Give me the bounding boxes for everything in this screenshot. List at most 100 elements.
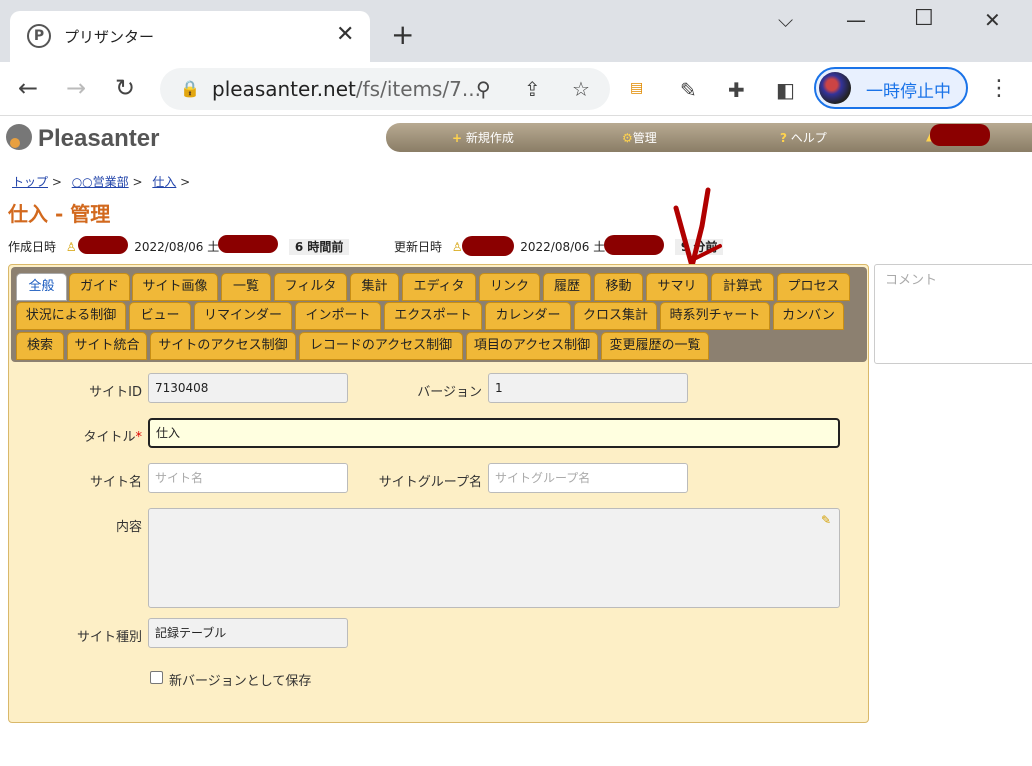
tab-search[interactable]: 検索 xyxy=(16,332,64,360)
note-extension-icon[interactable]: ✎ xyxy=(680,78,697,102)
forward-icon[interactable]: → xyxy=(66,74,86,102)
version-label: バージョン xyxy=(417,385,482,400)
new-item-link[interactable]: + 新規作成 xyxy=(452,129,514,146)
created-date: 2022/08/06 土 xyxy=(134,240,220,254)
browser-toolbar: ← → ↻ 🔒 pleasanter.net/fs/items/7... ⚲ ⇪… xyxy=(0,62,1032,116)
lock-icon: 🔒 xyxy=(180,79,200,98)
tab-site-access[interactable]: サイトのアクセス制御 xyxy=(150,332,296,360)
content-textarea[interactable] xyxy=(148,508,840,608)
side-panel-icon[interactable]: ◧ xyxy=(776,78,795,102)
comment-input[interactable]: コメント xyxy=(874,264,1032,364)
tab-crosstab[interactable]: クロス集計 xyxy=(574,302,657,330)
title-label: タイトル* xyxy=(83,430,142,445)
browser-tab[interactable]: P プリザンター ✕ xyxy=(10,11,370,62)
address-bar[interactable]: 🔒 pleasanter.net/fs/items/7... ⚲ ⇪ ☆ xyxy=(160,68,610,110)
created-info: 作成日時 ♙ 2022/08/06 土 6 時間前 xyxy=(8,238,350,255)
window-close-icon[interactable]: ✕ xyxy=(984,8,1001,32)
tab-aggregate[interactable]: 集計 xyxy=(350,273,399,301)
maximize-icon[interactable]: ☐ xyxy=(914,6,934,31)
pencil-edit-icon[interactable]: ✎ xyxy=(821,513,831,527)
created-ago: 6 時間前 xyxy=(288,239,350,255)
avatar xyxy=(819,72,851,104)
help-link[interactable]: ? ヘルプ xyxy=(780,129,827,146)
save-new-version-checkbox[interactable] xyxy=(150,671,163,684)
title-input[interactable]: 仕入 xyxy=(148,418,840,448)
tab-status-control[interactable]: 状況による制御 xyxy=(16,302,126,330)
tab-summary[interactable]: サマリ xyxy=(646,273,708,301)
tab-guide[interactable]: ガイド xyxy=(69,273,130,301)
back-icon[interactable]: ← xyxy=(18,74,38,102)
tab-change-history[interactable]: 変更履歴の一覧 xyxy=(601,332,709,360)
tab-reminder[interactable]: リマインダー xyxy=(194,302,292,330)
reload-icon[interactable]: ↻ xyxy=(115,74,135,102)
tab-time-series[interactable]: 時系列チャート xyxy=(660,302,770,330)
site-name-input[interactable]: サイト名 xyxy=(148,463,348,493)
content-label: 内容 xyxy=(115,520,142,535)
manage-link[interactable]: ⚙管理 xyxy=(622,129,657,146)
version-field: 1 xyxy=(488,373,688,403)
updated-label: 更新日時 xyxy=(394,240,443,254)
breadcrumb-dept-link[interactable]: ○○営業部 xyxy=(72,175,129,189)
user-icon: ♙ xyxy=(65,240,77,254)
user-icon: ♙ xyxy=(451,240,463,254)
tab-search-chevron-icon[interactable]: ⌵ xyxy=(778,8,793,32)
extension-icon[interactable]: ▤ xyxy=(630,80,643,96)
tab-filter[interactable]: フィルタ xyxy=(274,273,347,301)
breadcrumb: トップ > ○○営業部 > 仕入 > xyxy=(12,175,191,189)
site-settings-panel: 全般 ガイド サイト画像 一覧 フィルタ 集計 エディタ リンク 履歴 移動 サ… xyxy=(8,264,869,723)
site-id-field: 7130408 xyxy=(148,373,348,403)
updated-date: 2022/08/06 土 xyxy=(520,240,606,254)
redaction-mark xyxy=(462,236,514,256)
tab-import[interactable]: インポート xyxy=(295,302,381,330)
breadcrumb-purchase-link[interactable]: 仕入 xyxy=(152,175,176,189)
created-label: 作成日時 xyxy=(8,240,57,254)
close-tab-icon[interactable]: ✕ xyxy=(336,22,354,47)
tab-formula[interactable]: 計算式 xyxy=(711,273,774,301)
site-group-label: サイトグループ名 xyxy=(378,475,482,490)
tab-kanban[interactable]: カンバン xyxy=(773,302,844,330)
logo-text: Pleasanter xyxy=(38,125,160,152)
pleasanter-logo[interactable]: Pleasanter xyxy=(6,124,159,153)
profile-status-text: 一時停止中 xyxy=(866,82,951,102)
tab-calendar[interactable]: カレンダー xyxy=(485,302,571,330)
tab-general[interactable]: 全般 xyxy=(16,273,67,301)
tab-column-access[interactable]: 項目のアクセス制御 xyxy=(466,332,598,360)
site-name-label: サイト名 xyxy=(89,475,142,490)
site-type-field: 記録テーブル xyxy=(148,618,348,648)
tab-move[interactable]: 移動 xyxy=(594,273,643,301)
tab-record-access[interactable]: レコードのアクセス制御 xyxy=(299,332,463,360)
browser-tab-title: プリザンター xyxy=(64,28,155,46)
tab-history[interactable]: 履歴 xyxy=(543,273,591,301)
share-icon[interactable]: ⇪ xyxy=(524,77,541,101)
tab-site-image[interactable]: サイト画像 xyxy=(132,273,218,301)
settings-tab-bar: 全般 ガイド サイト画像 一覧 フィルタ 集計 エディタ リンク 履歴 移動 サ… xyxy=(11,267,867,362)
zoom-icon[interactable]: ⚲ xyxy=(476,77,491,101)
redaction-mark xyxy=(604,235,664,255)
url-text: pleasanter.net/fs/items/7... xyxy=(212,77,481,101)
tab-export[interactable]: エクスポート xyxy=(384,302,482,330)
bookmark-star-icon[interactable]: ☆ xyxy=(572,77,590,101)
profile-paused-button[interactable]: 一時停止中 xyxy=(814,67,968,109)
redaction-mark xyxy=(78,236,128,254)
site-id-label: サイトID xyxy=(89,385,142,400)
logo-bird-icon xyxy=(6,124,32,150)
redaction-mark xyxy=(930,124,990,146)
browser-menu-icon[interactable]: ⋮ xyxy=(988,76,1010,101)
tab-list[interactable]: 一覧 xyxy=(221,273,271,301)
tab-editor[interactable]: エディタ xyxy=(402,273,476,301)
extensions-puzzle-icon[interactable]: ✚ xyxy=(728,78,745,102)
handwritten-check-mark xyxy=(673,187,722,269)
site-group-input[interactable]: サイトグループ名 xyxy=(488,463,688,493)
new-tab-icon[interactable]: + xyxy=(391,20,414,50)
tab-link[interactable]: リンク xyxy=(479,273,540,301)
tab-site-integration[interactable]: サイト統合 xyxy=(67,332,147,360)
save-new-version-label: 新バージョンとして保存 xyxy=(169,674,312,689)
breadcrumb-top-link[interactable]: トップ xyxy=(12,175,48,189)
browser-tab-strip: P プリザンター ✕ + ⌵ — ☐ ✕ xyxy=(0,0,1032,62)
pleasanter-favicon-icon: P xyxy=(27,24,51,48)
page-title: 仕入 - 管理 xyxy=(8,202,111,226)
tab-process[interactable]: プロセス xyxy=(777,273,850,301)
site-type-label: サイト種別 xyxy=(76,630,142,645)
tab-view[interactable]: ビュー xyxy=(129,302,191,330)
minimize-icon[interactable]: — xyxy=(846,8,866,32)
